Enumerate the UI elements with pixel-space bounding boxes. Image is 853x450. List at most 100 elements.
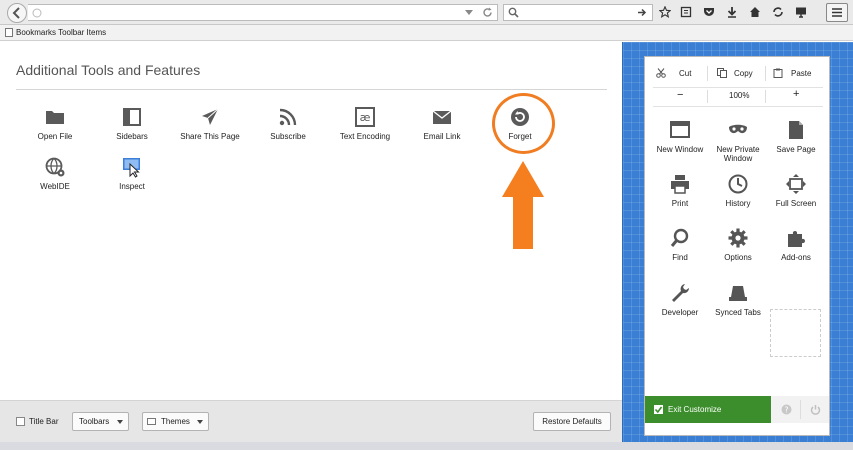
url-bar[interactable] [28, 4, 498, 21]
toolbars-dropdown[interactable]: Toolbars [72, 412, 129, 431]
open-file-item[interactable]: Open File [21, 106, 89, 141]
private-mask-icon [729, 124, 747, 134]
text-encoding-item[interactable]: æ Text Encoding [331, 106, 399, 141]
text-encoding-icon: æ [355, 107, 375, 127]
find-item[interactable]: Find [649, 227, 711, 262]
add-ons-item[interactable]: Add-ons [765, 227, 827, 262]
url-dropdown-icon[interactable] [465, 10, 473, 16]
restore-defaults-button[interactable]: Restore Defaults [533, 412, 611, 431]
home-icon[interactable] [749, 6, 761, 18]
back-button[interactable] [7, 3, 27, 23]
toolbars-label: Toolbars [79, 417, 110, 426]
save-page-item[interactable]: Save Page [765, 119, 827, 154]
themes-dropdown[interactable]: Themes [142, 412, 209, 431]
clock-icon [728, 174, 748, 194]
envelope-icon [432, 110, 452, 124]
edit-divider [765, 66, 766, 81]
power-icon[interactable] [810, 404, 821, 415]
exit-customize-label: Exit Customize [668, 405, 722, 414]
history-label: History [725, 199, 751, 208]
synced-tabs-item[interactable]: Synced Tabs [707, 282, 769, 317]
back-arrow-icon [12, 7, 20, 19]
page-info-icon [32, 8, 42, 18]
themes-label: Themes [161, 417, 190, 426]
wrench-icon [672, 284, 690, 302]
navigation-toolbar [0, 0, 853, 25]
customization-palette: Additional Tools and Features Open File … [0, 42, 622, 400]
rss-icon [279, 108, 297, 126]
share-page-item[interactable]: Share This Page [176, 106, 244, 141]
developer-label: Developer [661, 308, 699, 317]
scissors-icon [656, 68, 666, 78]
magnifier-icon [670, 228, 689, 247]
cut-button[interactable]: Cut [679, 69, 691, 78]
inspect-label: Inspect [119, 182, 145, 191]
search-bar[interactable] [503, 4, 653, 21]
forget-highlight-circle [492, 93, 555, 154]
inspect-item[interactable]: Inspect [98, 156, 166, 191]
menu-panel: Cut Copy Paste − 100% + New Window New P… [644, 56, 830, 436]
folder-icon [46, 111, 64, 124]
developer-monitor-icon[interactable] [795, 6, 807, 18]
open-menu-button[interactable] [826, 3, 848, 22]
new-window-item[interactable]: New Window [649, 119, 711, 154]
customize-bottom-bar: Title Bar Toolbars Themes Restore Defaul… [0, 400, 622, 442]
save-page-icon [789, 121, 803, 139]
print-item[interactable]: Print [649, 173, 711, 208]
search-icon [508, 7, 519, 18]
options-label: Options [724, 253, 752, 262]
exit-customize-button[interactable]: Exit Customize [645, 396, 771, 423]
add-ons-label: Add-ons [781, 253, 811, 262]
empty-slot[interactable] [770, 309, 821, 357]
reading-list-icon[interactable] [680, 6, 692, 18]
zoom-divider [765, 90, 766, 103]
full-screen-item[interactable]: Full Screen [765, 173, 827, 208]
share-page-label: Share This Page [180, 132, 240, 141]
edit-divider [707, 66, 708, 81]
download-icon[interactable] [726, 6, 738, 18]
sidebars-label: Sidebars [116, 132, 148, 141]
new-window-icon [670, 121, 690, 138]
title-bar-label: Title Bar [29, 417, 59, 426]
email-link-item[interactable]: Email Link [408, 106, 476, 141]
palette-title: Additional Tools and Features [16, 62, 201, 78]
puzzle-icon [788, 231, 805, 247]
full-screen-label: Full Screen [775, 199, 817, 208]
zoom-level[interactable]: 100% [729, 91, 749, 100]
gear-icon [728, 228, 748, 248]
options-item[interactable]: Options [707, 227, 769, 262]
reload-icon[interactable] [482, 7, 493, 18]
new-window-label: New Window [656, 145, 704, 154]
synced-tabs-icon [729, 286, 747, 301]
open-file-label: Open File [37, 132, 73, 141]
printer-icon [671, 175, 689, 194]
synced-tabs-label: Synced Tabs [715, 308, 761, 317]
subscribe-item[interactable]: Subscribe [254, 106, 322, 141]
title-bar-checkbox[interactable] [16, 417, 25, 426]
footer-divider [800, 400, 801, 419]
zoom-in-button[interactable]: + [793, 88, 799, 100]
pocket-icon[interactable] [703, 6, 715, 18]
copy-icon [717, 68, 727, 78]
inspect-icon [123, 158, 140, 178]
search-go-icon[interactable] [637, 7, 648, 18]
zoom-divider [707, 90, 708, 103]
sync-icon[interactable] [772, 6, 784, 18]
chevron-down-icon [197, 420, 203, 424]
paste-button[interactable]: Paste [791, 69, 811, 78]
history-item[interactable]: History [707, 173, 769, 208]
paste-icon [773, 68, 783, 78]
webide-item[interactable]: WebIDE [21, 156, 89, 191]
copy-button[interactable]: Copy [734, 69, 753, 78]
hamburger-icon [832, 8, 842, 17]
zoom-out-button[interactable]: − [677, 89, 683, 101]
help-icon[interactable]: ? [781, 404, 792, 415]
developer-item[interactable]: Developer [649, 282, 711, 317]
globe-gear-icon [45, 157, 65, 177]
sidebars-item[interactable]: Sidebars [98, 106, 166, 141]
find-label: Find [672, 253, 688, 262]
exit-check-icon [654, 405, 663, 414]
paper-plane-icon [202, 108, 219, 125]
new-private-window-item[interactable]: New Private Window [707, 119, 769, 163]
bookmark-star-icon[interactable] [659, 6, 671, 18]
